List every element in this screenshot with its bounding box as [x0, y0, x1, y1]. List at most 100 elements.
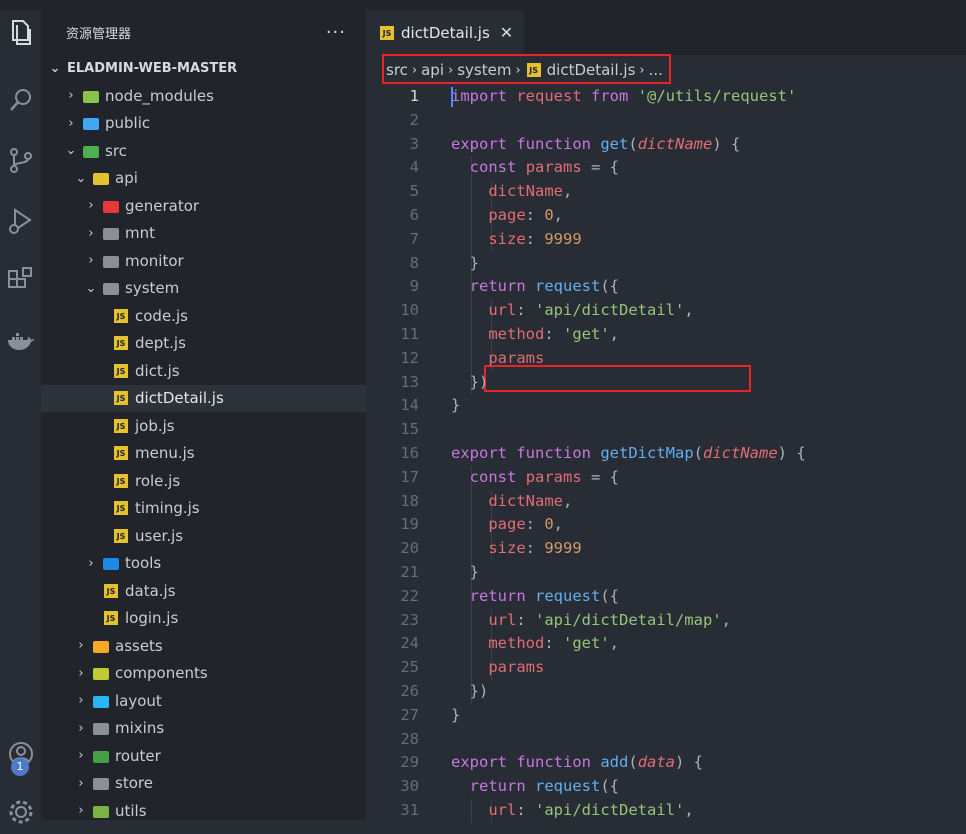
code-token: function — [516, 443, 591, 462]
code-token: 9999 — [544, 539, 582, 558]
code-token: method — [488, 634, 545, 653]
breadcrumb-system[interactable]: system — [457, 61, 511, 79]
tree-item-components[interactable]: › components — [41, 660, 366, 688]
tree-item-dictdetail-js[interactable]: JS dictDetail.js — [41, 384, 366, 412]
tree-item-job-js[interactable]: JS job.js — [41, 412, 366, 440]
tree-item-menu-js[interactable]: JS menu.js — [41, 440, 366, 468]
workspace-root[interactable]: ⌄ ELADMIN-WEB-MASTER — [41, 55, 366, 82]
js-file-icon: JS — [114, 363, 128, 378]
code-token: export — [451, 134, 507, 153]
tree-item-tools[interactable]: › tools — [41, 550, 366, 578]
line-number: 16 — [400, 443, 419, 462]
code-token: }) — [451, 372, 489, 391]
code-text: method: 'get', — [451, 632, 619, 656]
code-text: return request({ — [451, 775, 619, 799]
code-token: ({ — [600, 586, 620, 605]
close-icon[interactable]: ✕ — [500, 23, 513, 42]
tree-item-data-js[interactable]: JS data.js — [41, 577, 366, 605]
tree-item-assets[interactable]: › assets — [41, 632, 366, 660]
code-text: url: 'api/dictDetail', — [451, 299, 693, 323]
code-token: = { — [581, 467, 620, 486]
line-number: 14 — [400, 396, 419, 415]
more-actions-icon[interactable]: ··· — [326, 22, 346, 43]
code-line: 13 }) — [366, 371, 966, 395]
tree-item-node-modules[interactable]: › node_modules — [41, 82, 366, 110]
tree-item-dept-js[interactable]: JS dept.js — [41, 330, 366, 358]
code-token: , — [553, 515, 564, 534]
tree-item-src[interactable]: ⌄ src — [41, 137, 366, 165]
code-line: 30 return request({ — [366, 775, 966, 799]
source-control-icon[interactable] — [0, 138, 41, 182]
code-token: url — [488, 301, 517, 320]
breadcrumb-api[interactable]: api — [421, 61, 444, 79]
explorer-sidebar: 资源管理器 ··· ⌄ ELADMIN-WEB-MASTER › node_mod… — [41, 10, 366, 820]
tree-item-api[interactable]: ⌄ api — [41, 165, 366, 193]
tree-item-dict-js[interactable]: JS dict.js — [41, 357, 366, 385]
code-token: : — [516, 800, 535, 819]
code-text: const params = { — [451, 466, 619, 490]
tree-item-timing-js[interactable]: JS timing.js — [41, 495, 366, 523]
code-line: 4 const params = { — [366, 156, 966, 180]
tree-item-generator[interactable]: › generator — [41, 192, 366, 220]
code-token: '@/utils/request' — [637, 87, 797, 105]
tree-item-label: layout — [115, 691, 162, 710]
tree-item-public[interactable]: › public — [41, 110, 366, 138]
code-token: dictName — [637, 134, 713, 153]
breadcrumb-file[interactable]: dictDetail.js — [547, 61, 636, 79]
chevron-right-icon: › — [411, 62, 418, 78]
tree-item-label: data.js — [125, 581, 176, 600]
code-token: dictName — [488, 182, 563, 201]
tree-item-user-js[interactable]: JS user.js — [41, 522, 366, 550]
tree-item-code-js[interactable]: JS code.js — [41, 302, 366, 330]
tree-item-router[interactable]: › router — [41, 742, 366, 770]
tree-item-role-js[interactable]: JS role.js — [41, 467, 366, 495]
tree-item-label: mixins — [115, 719, 165, 738]
code-text: url: 'api/dictDetail', — [451, 799, 693, 823]
line-number: 28 — [400, 729, 419, 748]
code-token: page — [488, 205, 526, 224]
docker-icon[interactable] — [0, 320, 41, 364]
code-text: import request from '@/utils/request' — [451, 85, 796, 109]
js-file-icon: JS — [114, 391, 128, 406]
code-token: dictName — [703, 443, 778, 462]
code-editor[interactable]: 1 import request from '@/utils/request' 2 3… — [366, 85, 966, 823]
tree-item-layout[interactable]: › layout — [41, 687, 366, 715]
code-line: 18 dictName, — [366, 490, 966, 514]
tree-item-label: code.js — [135, 306, 188, 325]
breadcrumb-more[interactable]: ... — [649, 61, 663, 79]
code-line: 2 — [366, 109, 966, 133]
line-number: 31 — [400, 800, 419, 819]
tree-item-mnt[interactable]: › mnt — [41, 220, 366, 248]
tree-item-login-js[interactable]: JS login.js — [41, 605, 366, 633]
files-icon[interactable] — [0, 10, 41, 54]
tree-item-mixins[interactable]: › mixins — [41, 715, 366, 743]
tree-item-utils[interactable]: › utils — [41, 797, 366, 820]
tree-item-store[interactable]: › store — [41, 770, 366, 798]
chevron-right-icon: › — [78, 775, 84, 791]
code-token: export — [451, 753, 507, 772]
breadcrumb: src › api › system › JS dictDetail.js › … — [366, 54, 966, 85]
line-number: 30 — [400, 777, 419, 796]
extensions-icon[interactable] — [0, 258, 41, 302]
search-icon[interactable] — [0, 78, 41, 122]
code-token: params — [525, 158, 582, 177]
js-file-icon: JS — [114, 528, 128, 543]
tree-item-label: utils — [115, 801, 147, 820]
code-text: export function getDictMap(dictName) { — [451, 442, 806, 466]
tree-item-monitor[interactable]: › monitor — [41, 247, 366, 275]
code-token: url — [488, 800, 517, 819]
code-token: getDictMap — [600, 443, 694, 462]
breadcrumb-src[interactable]: src — [386, 61, 408, 79]
tree-item-label: login.js — [125, 609, 179, 628]
settings-icon[interactable] — [0, 790, 41, 834]
tab-dictdetail-js[interactable]: JS dictDetail.js ✕ — [366, 10, 524, 55]
code-text: }) — [451, 371, 489, 395]
folder-icon — [93, 750, 109, 763]
tree-item-system[interactable]: ⌄ system — [41, 275, 366, 303]
run-debug-icon[interactable] — [0, 198, 41, 242]
code-token: : — [516, 610, 535, 629]
